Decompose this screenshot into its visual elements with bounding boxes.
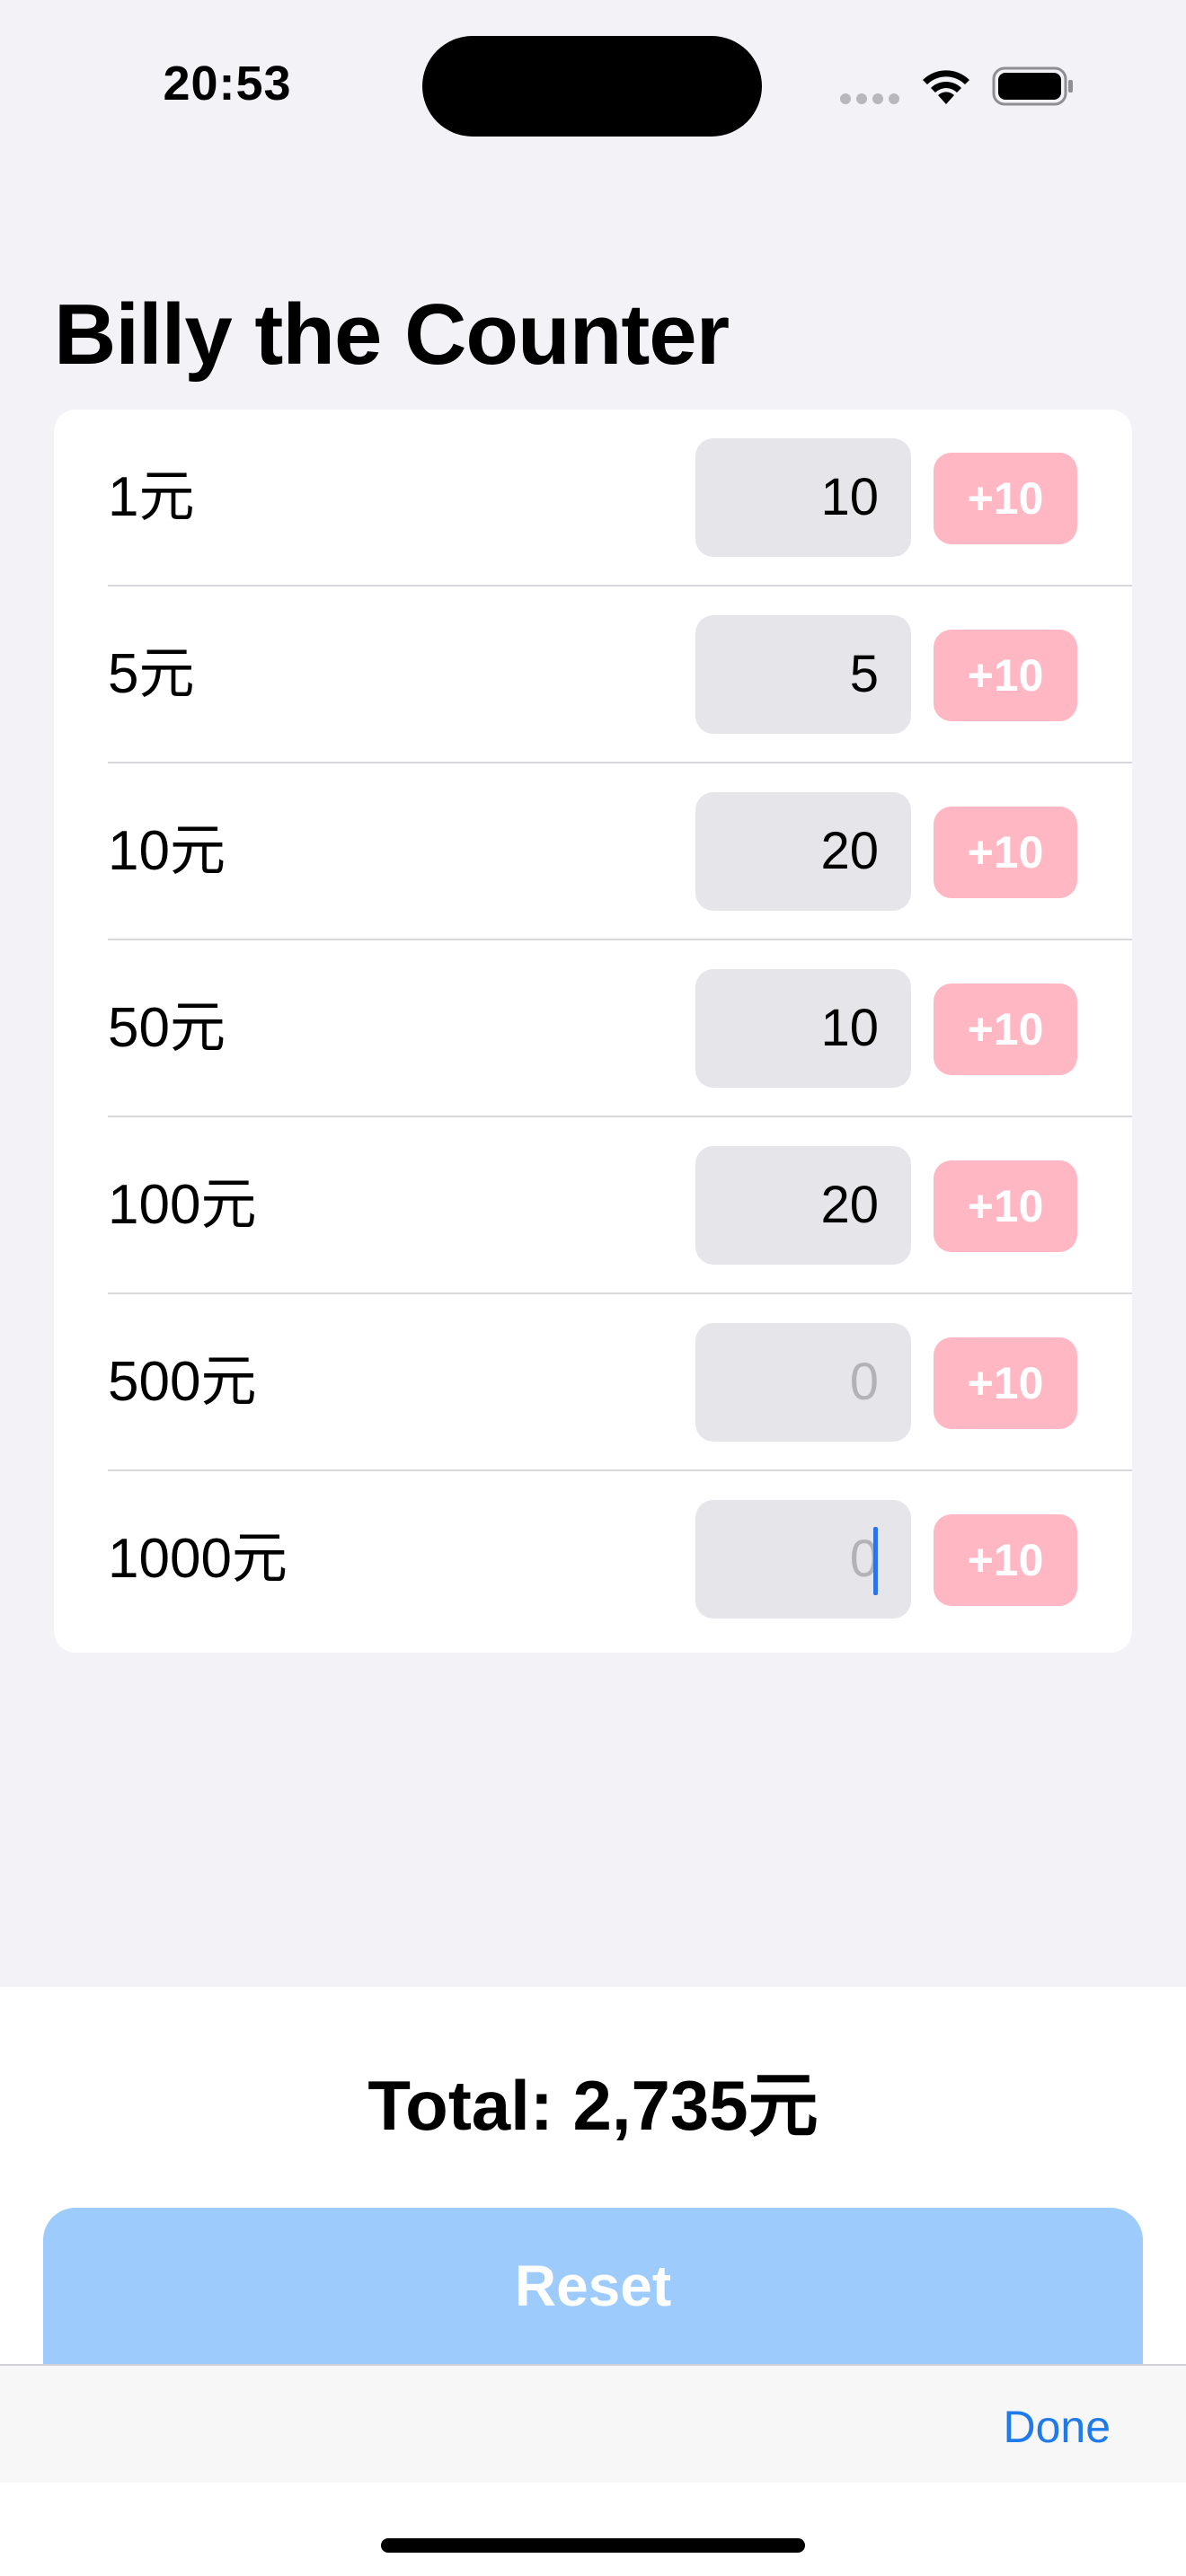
home-indicator[interactable] bbox=[381, 2538, 805, 2553]
count-input-focused[interactable]: 0 bbox=[695, 1500, 911, 1619]
add-ten-button[interactable]: +10 bbox=[934, 630, 1077, 721]
home-area bbox=[0, 2483, 1186, 2576]
list-item: 500元 0 +10 bbox=[54, 1294, 1132, 1471]
add-ten-button[interactable]: +10 bbox=[934, 1160, 1077, 1252]
denomination-list: 1元 10 +10 5元 5 +10 10元 20 +10 50元 10 +10… bbox=[54, 410, 1132, 1653]
count-input[interactable]: 20 bbox=[695, 1146, 911, 1265]
text-cursor bbox=[873, 1527, 878, 1595]
add-ten-button[interactable]: +10 bbox=[934, 453, 1077, 544]
status-bar: 20:53 bbox=[0, 0, 1186, 171]
done-button[interactable]: Done bbox=[1003, 2400, 1111, 2454]
add-ten-button[interactable]: +10 bbox=[934, 1514, 1077, 1606]
list-item: 100元 20 +10 bbox=[54, 1117, 1132, 1294]
wifi-icon bbox=[923, 70, 969, 104]
dynamic-island bbox=[422, 36, 762, 137]
denomination-label: 1元 bbox=[108, 466, 195, 528]
denomination-label: 1000元 bbox=[108, 1528, 288, 1590]
denomination-label: 5元 bbox=[108, 643, 195, 705]
list-item: 1000元 0 +10 bbox=[54, 1471, 1132, 1648]
list-item: 10元 20 +10 bbox=[54, 763, 1132, 940]
page-title: Billy the Counter bbox=[54, 287, 730, 383]
battery-icon bbox=[992, 66, 1073, 106]
reset-button[interactable]: Reset bbox=[43, 2208, 1143, 2364]
denomination-label: 10元 bbox=[108, 820, 226, 882]
denomination-label: 100元 bbox=[108, 1174, 257, 1236]
cellular-signal-icon bbox=[840, 93, 901, 104]
add-ten-button[interactable]: +10 bbox=[934, 1337, 1077, 1429]
list-item: 1元 10 +10 bbox=[54, 410, 1132, 587]
denomination-label: 500元 bbox=[108, 1351, 257, 1413]
keyboard-toolbar: Done bbox=[0, 2364, 1186, 2483]
count-input[interactable]: 10 bbox=[695, 969, 911, 1088]
status-time: 20:53 bbox=[163, 57, 292, 110]
count-input[interactable]: 0 bbox=[695, 1323, 911, 1442]
count-input[interactable]: 10 bbox=[695, 438, 911, 557]
add-ten-button[interactable]: +10 bbox=[934, 984, 1077, 1075]
list-item: 50元 10 +10 bbox=[54, 940, 1132, 1117]
count-input[interactable]: 20 bbox=[695, 792, 911, 911]
add-ten-button[interactable]: +10 bbox=[934, 807, 1077, 898]
list-item: 5元 5 +10 bbox=[54, 587, 1132, 763]
total-label: Total: 2,735元 bbox=[367, 2066, 819, 2145]
denomination-label: 50元 bbox=[108, 997, 226, 1059]
count-input[interactable]: 5 bbox=[695, 615, 911, 734]
